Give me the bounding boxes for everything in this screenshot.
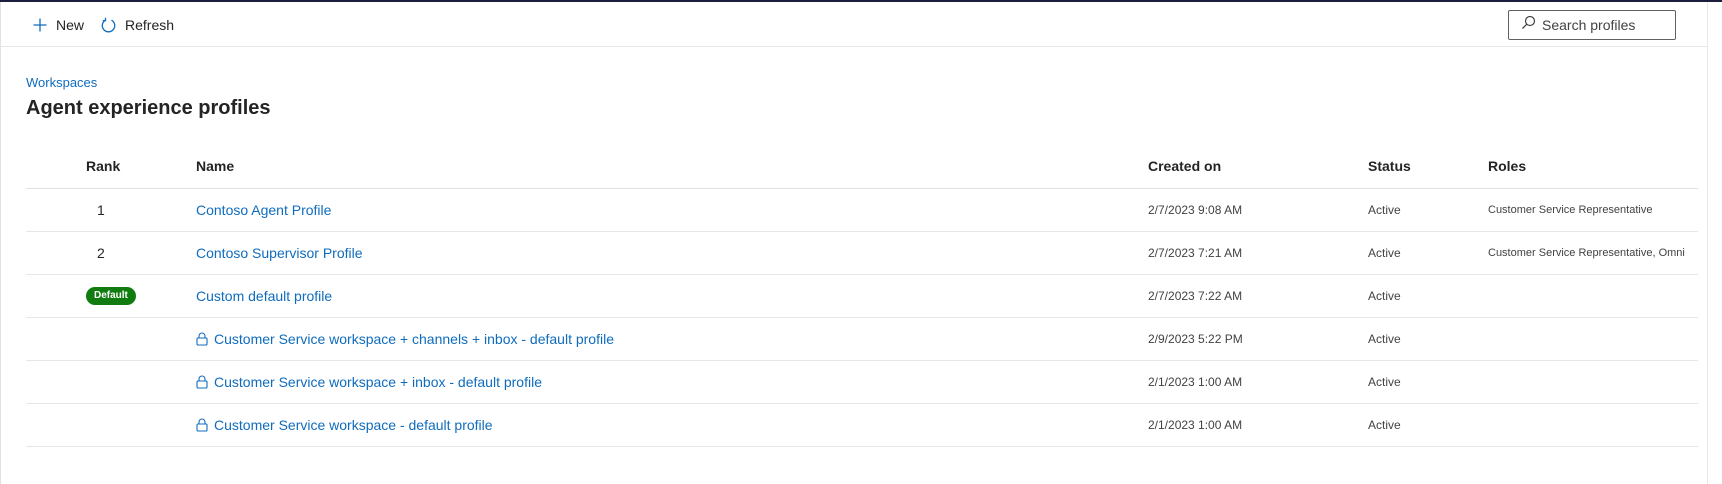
rank-value: 2 [97,245,105,261]
refresh-button-label: Refresh [125,17,175,33]
created-on-value: 2/9/2023 5:22 PM [1148,332,1243,346]
status-value: Active [1368,203,1401,217]
lock-icon [196,332,208,346]
profile-name-link[interactable]: Customer Service workspace + channels + … [196,318,614,360]
right-divider [1707,2,1708,484]
lock-icon [196,375,208,389]
profile-name-link[interactable]: Contoso Agent Profile [196,189,331,231]
breadcrumb-workspaces[interactable]: Workspaces [26,75,97,90]
table-row[interactable]: Customer Service workspace - default pro… [26,404,1698,447]
column-header-name[interactable]: Name [196,158,234,174]
search-box [1508,10,1676,40]
profile-name-text: Customer Service workspace + inbox - def… [214,374,542,390]
status-value: Active [1368,332,1401,346]
profile-name-link[interactable]: Customer Service workspace - default pro… [196,404,493,446]
lock-icon [196,418,208,432]
left-divider [0,2,1,484]
created-on-value: 2/1/2023 1:00 AM [1148,418,1243,432]
roles-value: Customer Service Representative, Omni [1488,247,1685,259]
plus-icon [32,17,48,33]
table-row[interactable]: Customer Service workspace + channels + … [26,318,1698,361]
new-button[interactable]: New [32,10,84,40]
search-input[interactable] [1542,17,1672,33]
created-on-value: 2/7/2023 7:22 AM [1148,289,1243,303]
rank-cell [86,404,166,446]
roles-value [1488,404,1698,446]
column-header-status[interactable]: Status [1368,158,1411,174]
status-value: Active [1368,418,1401,432]
status-value: Active [1368,289,1401,303]
created-on-value: 2/7/2023 9:08 AM [1148,203,1243,217]
profile-name-link[interactable]: Contoso Supervisor Profile [196,232,363,274]
roles-value [1488,361,1698,403]
search-icon [1521,15,1536,35]
column-header-rank[interactable]: Rank [86,158,120,174]
refresh-button[interactable]: Refresh [100,10,174,40]
rank-cell [86,361,166,403]
page-title: Agent experience profiles [26,97,271,119]
profile-name-text: Customer Service workspace + channels + … [214,331,614,347]
command-bar: New Refresh [0,2,1707,47]
profile-name-link[interactable]: Custom default profile [196,275,332,317]
default-badge: Default [86,287,136,305]
status-value: Active [1368,375,1401,389]
rank-cell: 1 [86,189,166,231]
column-header-roles[interactable]: Roles [1488,158,1526,174]
rank-value: 1 [97,202,105,218]
new-button-label: New [56,17,85,33]
grid-header: Rank Name Created on Status Roles [26,147,1698,189]
status-value: Active [1368,246,1401,260]
refresh-icon [100,17,117,34]
roles-value [1488,318,1698,360]
table-row[interactable]: Customer Service workspace + inbox - def… [26,361,1698,404]
rank-cell: 2 [86,232,166,274]
roles-value: Customer Service Representative [1488,204,1653,216]
column-header-created-on[interactable]: Created on [1148,158,1221,174]
created-on-value: 2/7/2023 7:21 AM [1148,246,1243,260]
app-frame: New Refresh Workspaces Agent experience … [0,0,1722,484]
table-row[interactable]: Default Custom default profile 2/7/2023 … [26,275,1698,318]
roles-value [1488,275,1698,317]
profiles-grid: Rank Name Created on Status Roles 1 Cont… [26,147,1698,447]
profile-name-link[interactable]: Customer Service workspace + inbox - def… [196,361,542,403]
rank-cell [86,318,166,360]
table-row[interactable]: 2 Contoso Supervisor Profile 2/7/2023 7:… [26,232,1698,275]
created-on-value: 2/1/2023 1:00 AM [1148,375,1243,389]
rank-cell: Default [86,275,166,317]
profile-name-text: Customer Service workspace - default pro… [214,417,493,433]
table-row[interactable]: 1 Contoso Agent Profile 2/7/2023 9:08 AM… [26,189,1698,232]
